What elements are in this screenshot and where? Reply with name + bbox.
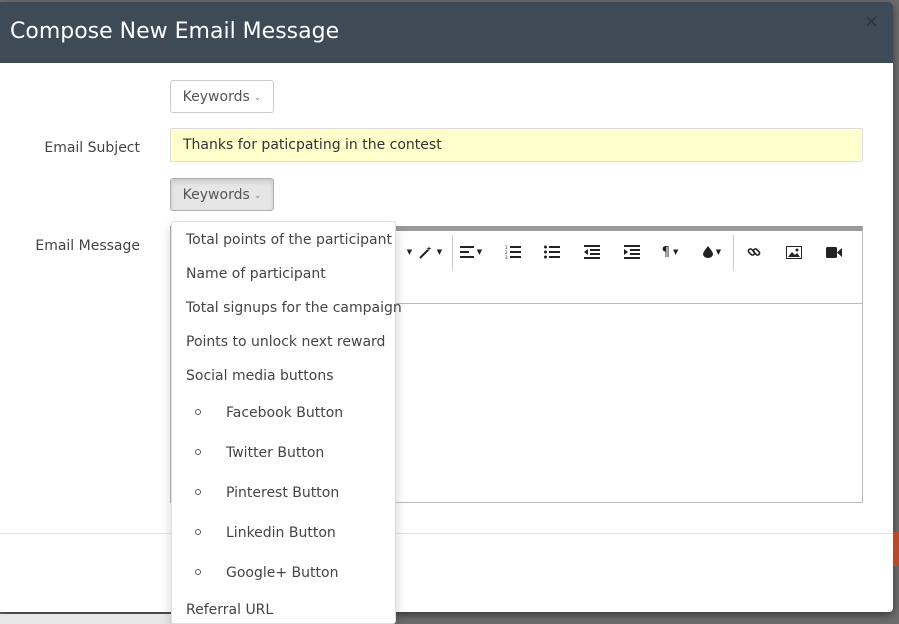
keyword-points-to-unlock[interactable]: Points to unlock next reward <box>186 334 385 350</box>
toolbar-separator <box>733 235 734 271</box>
bullet-icon <box>195 449 201 455</box>
keyword-facebook-button[interactable]: Facebook Button <box>226 405 343 421</box>
color-drop-icon[interactable]: ▼ <box>697 241 727 263</box>
magic-wand-icon[interactable]: ▼ <box>415 241 445 263</box>
toolbar-separator <box>452 235 453 271</box>
unordered-list-icon[interactable] <box>537 241 567 263</box>
video-icon[interactable] <box>819 241 849 263</box>
keyword-total-signups[interactable]: Total signups for the campaign <box>186 300 402 316</box>
bullet-icon <box>195 529 201 535</box>
bullet-icon <box>195 489 201 495</box>
keyword-referral-url[interactable]: Referral URL <box>186 602 273 618</box>
keyword-participant-name[interactable]: Name of participant <box>186 266 326 282</box>
keyword-pinterest-button[interactable]: Pinterest Button <box>226 485 339 501</box>
outdent-icon[interactable] <box>577 241 607 263</box>
modal-title: Compose New Email Message <box>10 19 340 44</box>
bullet-icon <box>195 409 201 415</box>
keyword-linkedin-button[interactable]: Linkedin Button <box>226 525 336 541</box>
keywords-label: Keywords <box>182 88 250 105</box>
keyword-total-points[interactable]: Total points of the participant <box>186 232 392 248</box>
keyword-twitter-button[interactable]: Twitter Button <box>226 445 324 461</box>
compose-modal: Compose New Email Message × Keywords ⌄ E… <box>0 2 893 612</box>
email-subject-input[interactable]: Thanks for paticpating in the contest <box>170 128 863 162</box>
modal-footer-divider <box>0 533 893 534</box>
keyword-googleplus-button[interactable]: Google+ Button <box>226 565 338 581</box>
ordered-list-icon[interactable]: 123 <box>498 241 528 263</box>
bullet-icon <box>195 569 201 575</box>
background-accent <box>893 532 899 566</box>
keywords-message-button[interactable]: Keywords ⌄ <box>170 178 274 211</box>
link-icon[interactable] <box>739 241 769 263</box>
keywords-subject-button[interactable]: Keywords ⌄ <box>170 80 274 113</box>
email-subject-label: Email Subject <box>44 140 140 156</box>
image-icon[interactable] <box>779 241 809 263</box>
email-message-label: Email Message <box>35 238 140 254</box>
svg-text:3: 3 <box>505 255 508 259</box>
modal-header: Compose New Email Message × <box>0 2 893 63</box>
keywords-label: Keywords <box>182 186 250 203</box>
chevron-down-icon: ⌄ <box>253 92 262 103</box>
close-icon[interactable]: × <box>864 11 879 32</box>
paragraph-icon[interactable]: ¶ ▼ <box>655 241 685 263</box>
indent-icon[interactable] <box>617 241 647 263</box>
align-left-icon[interactable]: ▼ <box>456 241 486 263</box>
chevron-down-icon: ⌄ <box>253 190 262 201</box>
keywords-dropdown-menu: Total points of the participant Name of … <box>171 221 402 624</box>
keyword-social-media-buttons[interactable]: Social media buttons <box>186 368 334 384</box>
